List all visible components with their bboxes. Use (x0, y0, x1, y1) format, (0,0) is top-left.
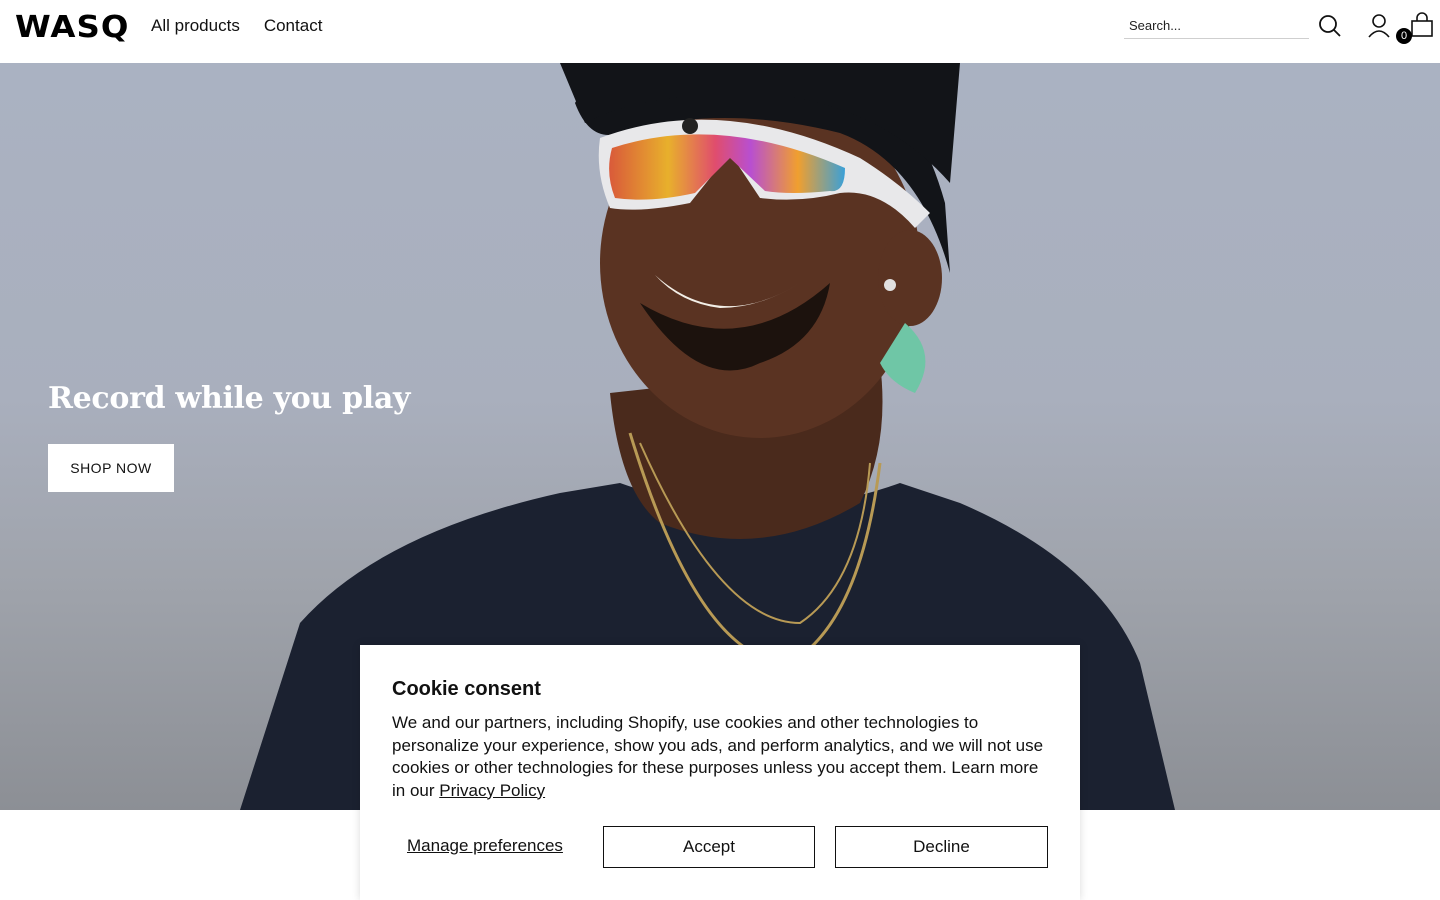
nav-all-products[interactable]: All products (151, 16, 240, 36)
decline-button[interactable]: Decline (835, 826, 1048, 868)
privacy-policy-link[interactable]: Privacy Policy (439, 781, 545, 800)
accept-button[interactable]: Accept (603, 826, 815, 868)
manage-preferences-link[interactable]: Manage preferences (407, 836, 563, 856)
account-icon[interactable] (1368, 13, 1390, 44)
site-header: WASQ All products Contact 0 (0, 0, 1440, 63)
main-nav: All products Contact (151, 16, 322, 36)
nav-contact[interactable]: Contact (264, 16, 323, 36)
cookie-consent-dialog: Cookie consent We and our partners, incl… (360, 645, 1080, 900)
cookie-body: We and our partners, including Shopify, … (392, 712, 1052, 802)
search-box (1124, 12, 1309, 39)
cart-count-badge: 0 (1396, 28, 1412, 44)
search-input[interactable] (1124, 12, 1309, 38)
cart-icon[interactable] (1409, 12, 1435, 43)
hero-title: Record while you play (48, 381, 411, 416)
search-icon[interactable] (1318, 14, 1342, 43)
cookie-title: Cookie consent (392, 678, 541, 700)
shop-now-button[interactable]: SHOP NOW (48, 444, 174, 492)
site-logo[interactable]: WASQ (15, 10, 130, 45)
